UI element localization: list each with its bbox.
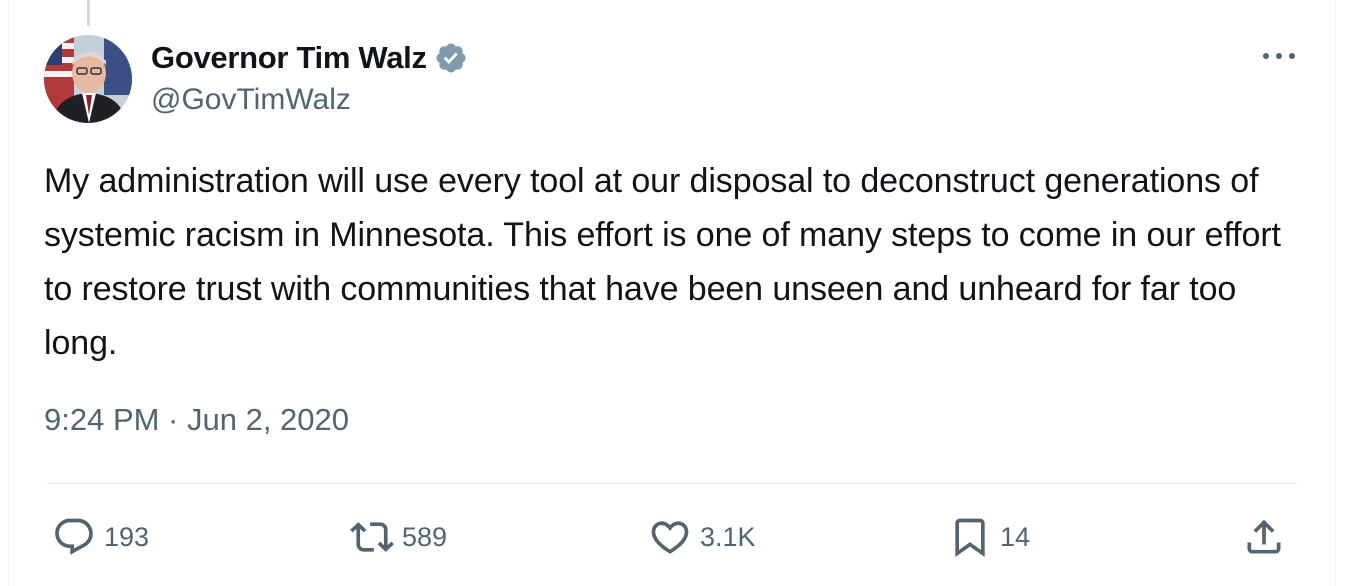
author-avatar[interactable] (44, 35, 132, 123)
author-name[interactable]: Governor Tim Walz (151, 40, 427, 76)
retweet-count: 589 (402, 521, 448, 552)
share-icon (1247, 519, 1281, 554)
more-icon-dot (1289, 53, 1295, 59)
avatar-photo-icon (44, 35, 132, 123)
like-count: 3.1K (700, 521, 756, 552)
divider (44, 483, 1300, 484)
reply-button[interactable]: 193 (52, 512, 149, 562)
author-name-row: Governor Tim Walz (151, 38, 468, 78)
author-handle[interactable]: @GovTimWalz (151, 83, 351, 117)
reply-count: 193 (104, 521, 150, 552)
more-icon-dot (1263, 53, 1269, 59)
more-options-button[interactable] (1259, 44, 1299, 68)
reply-icon (55, 518, 93, 555)
tweet-timestamp[interactable]: 9:24 PM · Jun 2, 2020 (44, 402, 349, 438)
thread-line (87, 0, 90, 26)
heart-icon (651, 521, 689, 554)
bookmark-button[interactable]: 14 (948, 512, 1030, 562)
share-button[interactable] (1242, 512, 1286, 562)
retweet-button[interactable]: 589 (350, 512, 447, 562)
verified-badge-icon[interactable] (434, 41, 468, 75)
more-icon-dot (1276, 53, 1282, 59)
action-bar: 193 589 3.1K 14 (0, 512, 1346, 562)
retweet-icon (350, 522, 394, 552)
bookmark-count: 14 (1000, 521, 1031, 552)
tweet-text: My administration will use every tool at… (44, 162, 1281, 362)
like-button[interactable]: 3.1K (648, 512, 756, 562)
bookmark-icon (955, 518, 985, 558)
